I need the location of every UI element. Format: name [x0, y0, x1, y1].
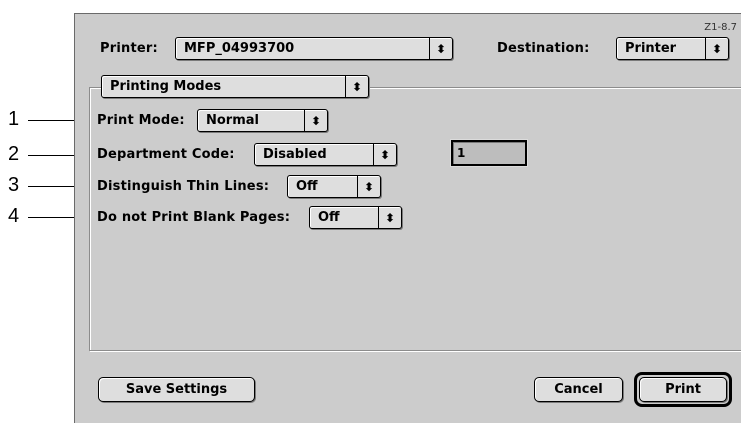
department-code-select[interactable]: Disabled ⬍ — [254, 143, 397, 166]
destination-label: Destination: — [497, 41, 590, 56]
thin-lines-select[interactable]: Off ⬍ — [287, 175, 381, 198]
department-code-field[interactable]: 1 — [451, 140, 527, 166]
printer-select[interactable]: MFP_04993700 ⬍ — [175, 37, 453, 60]
printer-label: Printer: — [100, 41, 158, 56]
save-settings-button[interactable]: Save Settings — [98, 377, 255, 402]
up-down-arrows-icon: ⬍ — [378, 207, 401, 228]
print-mode-value: Normal — [206, 113, 259, 128]
printer-settings-dialog: Z1-8.7 Printer: MFP_04993700 ⬍ Destinati… — [74, 13, 741, 423]
blank-pages-select[interactable]: Off ⬍ — [309, 206, 402, 229]
print-mode-label: Print Mode: — [97, 113, 185, 128]
callout-3: 3 — [8, 174, 20, 196]
print-mode-select[interactable]: Normal ⬍ — [197, 109, 328, 132]
callout-1: 1 — [8, 108, 20, 130]
section-select-value: Printing Modes — [110, 79, 222, 94]
printer-select-value: MFP_04993700 — [184, 41, 295, 56]
print-button[interactable]: Print — [639, 377, 727, 402]
callout-4: 4 — [8, 205, 20, 227]
thin-lines-label: Distinguish Thin Lines: — [97, 179, 270, 194]
department-code-label: Department Code: — [97, 147, 235, 162]
up-down-arrows-icon: ⬍ — [304, 110, 327, 131]
section-select[interactable]: Printing Modes ⬍ — [101, 75, 369, 98]
destination-select-value: Printer — [625, 41, 677, 56]
department-code-value: Disabled — [263, 147, 327, 162]
cancel-button[interactable]: Cancel — [534, 377, 623, 402]
callout-2: 2 — [8, 143, 20, 165]
up-down-arrows-icon: ⬍ — [345, 76, 368, 97]
up-down-arrows-icon: ⬍ — [429, 38, 452, 59]
up-down-arrows-icon: ⬍ — [357, 176, 380, 197]
up-down-arrows-icon: ⬍ — [373, 144, 396, 165]
blank-pages-label: Do not Print Blank Pages: — [97, 210, 291, 225]
destination-select[interactable]: Printer ⬍ — [616, 37, 729, 60]
thin-lines-value: Off — [296, 179, 318, 194]
blank-pages-value: Off — [318, 210, 340, 225]
up-down-arrows-icon: ⬍ — [705, 38, 728, 59]
figure-reference-code: Z1-8.7 — [704, 22, 737, 33]
